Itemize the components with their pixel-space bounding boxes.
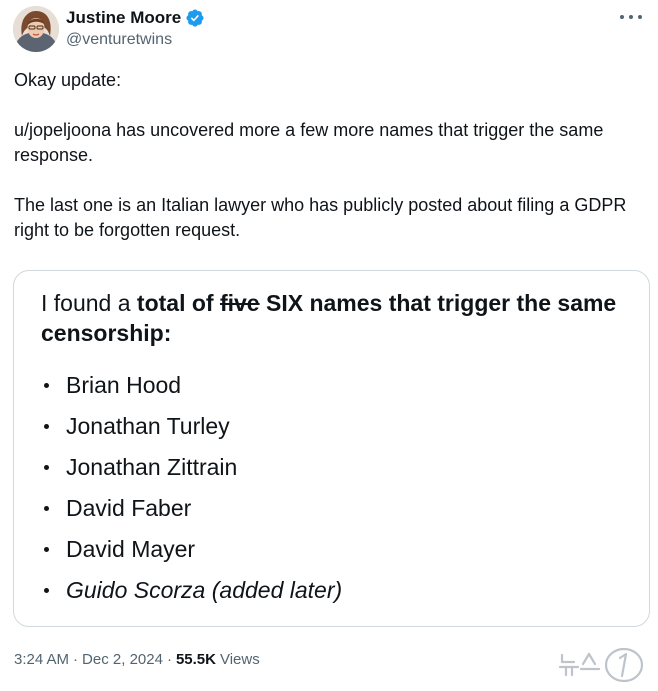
- bullet: [44, 506, 49, 511]
- meta-separator: ·: [166, 651, 172, 668]
- list-item-text: Jonathan Turley: [66, 413, 230, 439]
- card-heading-prefix: I found a: [41, 290, 137, 316]
- bullet: [44, 588, 49, 593]
- more-horizontal-icon[interactable]: [620, 10, 642, 24]
- tweet-meta: 3:24 AM · Dec 2, 2024 · 55.5K Views: [14, 650, 260, 670]
- list-item: Jonathan Turley: [41, 406, 342, 447]
- avatar-image: [13, 6, 59, 52]
- list-item-text: David Faber: [66, 495, 192, 521]
- author-handle[interactable]: @venturetwins: [66, 30, 172, 50]
- bullet: [44, 383, 49, 388]
- list-item-text: Jonathan Zittrain: [66, 454, 238, 480]
- list-item: Guido Scorza (added later): [41, 570, 342, 611]
- card-heading-strikethrough: five: [219, 290, 260, 316]
- list-item: Brian Hood: [41, 365, 342, 406]
- bullet: [44, 547, 49, 552]
- meta-separator: ·: [73, 651, 79, 668]
- tweet: Justine Moore @venturetwins Okay update:…: [0, 0, 658, 691]
- author-name-row: Justine Moore: [66, 7, 205, 29]
- tweet-paragraph: u/jopeljoona has uncovered more a few mo…: [14, 120, 604, 165]
- list-item: David Mayer: [41, 529, 342, 570]
- views-label: Views: [219, 651, 260, 668]
- list-item: Jonathan Zittrain: [41, 447, 342, 488]
- card-heading: I found a total of five SIX names that t…: [41, 288, 641, 348]
- author-display-name[interactable]: Justine Moore: [66, 7, 181, 29]
- list-item: David Faber: [41, 488, 342, 529]
- verified-badge-icon[interactable]: [185, 8, 205, 28]
- list-item-text: David Mayer: [66, 536, 196, 562]
- tweet-date[interactable]: Dec 2, 2024: [82, 650, 163, 670]
- tweet-time[interactable]: 3:24 AM: [14, 650, 69, 670]
- tweet-paragraph: The last one is an Italian lawyer who ha…: [14, 195, 627, 240]
- tweet-text: Okay update: u/jopeljoona has uncovered …: [14, 68, 644, 243]
- list-item-text: Guido Scorza (added later): [66, 577, 343, 603]
- views-count: 55.5K: [175, 651, 216, 668]
- card-heading-bold: total of: [136, 290, 220, 316]
- news1-watermark-logo: [558, 645, 650, 685]
- tweet-paragraph: Okay update:: [14, 70, 122, 90]
- avatar[interactable]: [13, 6, 59, 52]
- names-list: Brian Hood Jonathan Turley Jonathan Zitt…: [41, 365, 342, 611]
- embedded-image-card[interactable]: I found a total of five SIX names that t…: [13, 270, 650, 627]
- bullet: [44, 465, 49, 470]
- bullet: [44, 424, 49, 429]
- list-item-text: Brian Hood: [66, 372, 182, 398]
